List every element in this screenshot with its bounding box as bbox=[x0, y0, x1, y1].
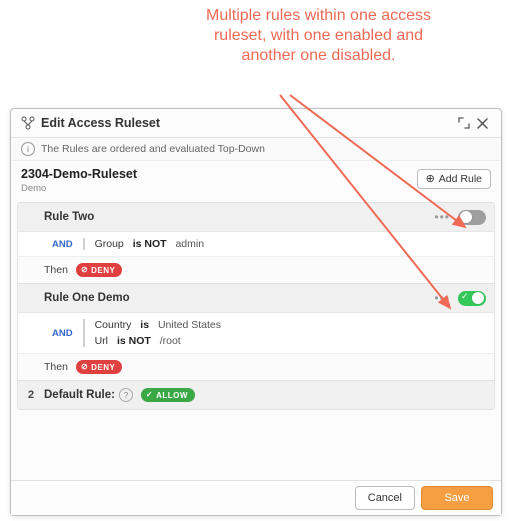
rule-action-row: Then ⊘ DENY bbox=[18, 353, 494, 380]
edit-access-ruleset-dialog: Edit Access Ruleset i The Rules are orde… bbox=[10, 108, 502, 516]
rule-header: Rule Two ••• bbox=[18, 203, 494, 231]
rule-conditions: AND Country is United States Url is NOT … bbox=[18, 312, 494, 353]
rule-enable-toggle[interactable] bbox=[458, 210, 486, 225]
condition-field: Group bbox=[95, 238, 124, 250]
condition-line: Group is NOT admin bbox=[95, 238, 204, 250]
help-icon[interactable]: ? bbox=[119, 388, 133, 402]
condition-op: is bbox=[140, 319, 149, 331]
allow-icon: ✓ bbox=[146, 391, 153, 399]
action-label: ALLOW bbox=[156, 391, 188, 400]
default-rule-label: Default Rule: bbox=[44, 389, 115, 401]
condition-op: is NOT bbox=[133, 238, 167, 250]
info-banner: i The Rules are ordered and evaluated To… bbox=[11, 138, 501, 161]
deny-icon: ⊘ bbox=[81, 266, 88, 274]
ruleset-icon bbox=[21, 116, 35, 130]
default-rule-index: 2 bbox=[18, 389, 44, 401]
rules-list: Rule Two ••• AND Group is NOT admin bbox=[17, 202, 495, 410]
rule-item: Rule Two ••• AND Group is NOT admin bbox=[18, 203, 494, 284]
add-rule-label: Add Rule bbox=[439, 173, 482, 185]
rule-item: Rule One Demo ••• AND Country is United … bbox=[18, 284, 494, 381]
condition-value: admin bbox=[175, 238, 204, 250]
logic-operator: AND bbox=[52, 238, 85, 250]
logic-operator: AND bbox=[52, 319, 85, 347]
add-rule-button[interactable]: ⊕ Add Rule bbox=[417, 169, 491, 189]
rule-menu-icon[interactable]: ••• bbox=[428, 210, 456, 224]
expand-icon[interactable] bbox=[455, 114, 473, 132]
rule-header: Rule One Demo ••• bbox=[18, 284, 494, 312]
condition-field: Url bbox=[95, 335, 108, 347]
close-icon[interactable] bbox=[473, 114, 491, 132]
dialog-title: Edit Access Ruleset bbox=[41, 116, 455, 130]
then-label: Then bbox=[44, 361, 68, 373]
allow-pill: ✓ ALLOW bbox=[141, 388, 195, 402]
ruleset-subtitle: Demo bbox=[21, 183, 417, 194]
default-rule-row: 2 Default Rule: ? ✓ ALLOW bbox=[18, 381, 494, 409]
rule-menu-icon[interactable]: ••• bbox=[428, 291, 456, 305]
ruleset-subheader: 2304-Demo-Ruleset Demo ⊕ Add Rule bbox=[11, 161, 501, 200]
info-text: The Rules are ordered and evaluated Top-… bbox=[41, 143, 265, 155]
dialog-footer: Cancel Save bbox=[11, 480, 501, 515]
then-label: Then bbox=[44, 264, 68, 276]
rule-conditions: AND Group is NOT admin bbox=[18, 231, 494, 256]
rule-enable-toggle[interactable] bbox=[458, 291, 486, 306]
condition-line: Url is NOT /root bbox=[95, 335, 221, 347]
condition-value: United States bbox=[158, 319, 221, 331]
action-label: DENY bbox=[91, 363, 115, 372]
rule-title: Rule Two bbox=[44, 211, 428, 223]
deny-pill: ⊘ DENY bbox=[76, 263, 122, 277]
annotation-callout: Multiple rules within one access ruleset… bbox=[201, 6, 436, 66]
rule-title: Rule One Demo bbox=[44, 292, 428, 304]
cancel-button[interactable]: Cancel bbox=[355, 486, 415, 510]
condition-op: is NOT bbox=[117, 335, 151, 347]
condition-line: Country is United States bbox=[95, 319, 221, 331]
rule-action-row: Then ⊘ DENY bbox=[18, 256, 494, 283]
plus-icon: ⊕ bbox=[426, 174, 435, 185]
deny-pill: ⊘ DENY bbox=[76, 360, 122, 374]
ruleset-name: 2304-Demo-Ruleset bbox=[21, 167, 417, 181]
save-button[interactable]: Save bbox=[421, 486, 493, 510]
action-label: DENY bbox=[91, 266, 115, 275]
info-icon: i bbox=[21, 142, 35, 156]
deny-icon: ⊘ bbox=[81, 363, 88, 371]
dialog-header: Edit Access Ruleset bbox=[11, 109, 501, 138]
condition-value: /root bbox=[160, 335, 181, 347]
condition-field: Country bbox=[95, 319, 132, 331]
